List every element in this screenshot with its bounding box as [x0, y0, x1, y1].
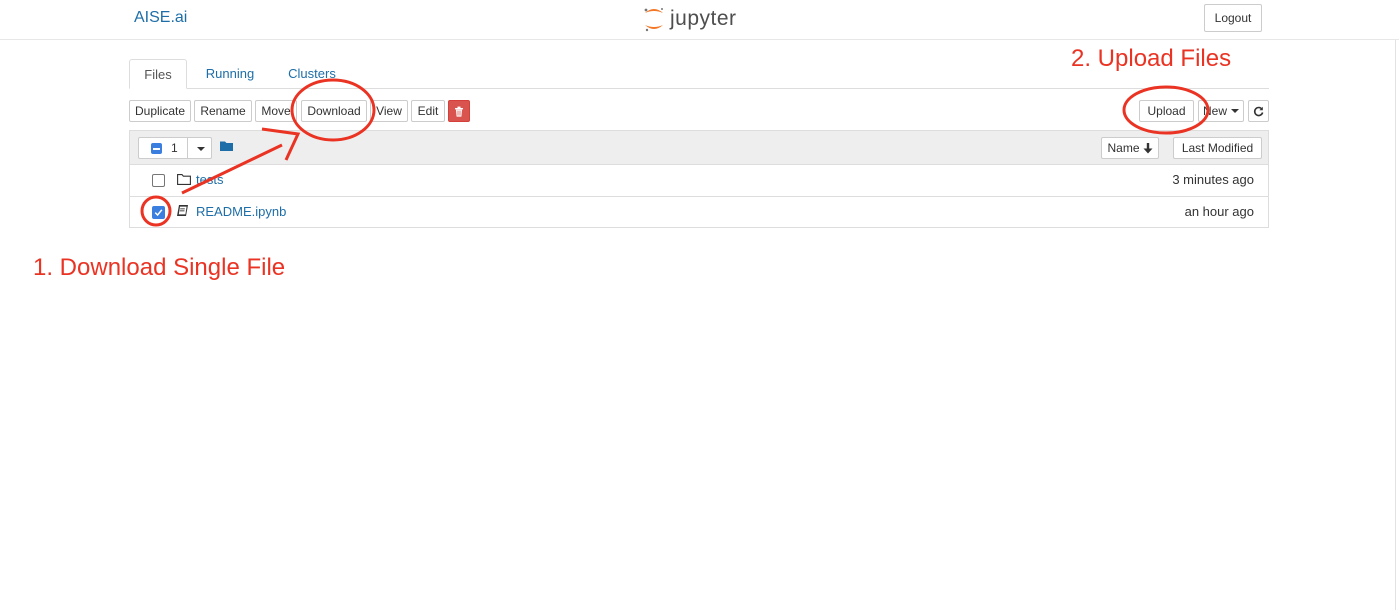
file-name-link[interactable]: README.ipynb	[196, 204, 286, 219]
trash-icon	[455, 106, 463, 117]
file-modified-time: an hour ago	[1184, 204, 1254, 219]
tab-running[interactable]: Running	[197, 59, 263, 88]
sort-name-label: Name	[1107, 141, 1140, 155]
tab-clusters[interactable]: Clusters	[277, 59, 347, 88]
tab-files[interactable]: Files	[129, 59, 187, 89]
row-checkbox[interactable]	[152, 174, 165, 187]
header-bar: AISE.ai jupyter Logout	[0, 0, 1399, 40]
file-modified-time: 3 minutes ago	[1172, 172, 1254, 187]
view-button[interactable]: View	[370, 100, 408, 122]
dropdown-divider	[187, 138, 188, 158]
refresh-icon	[1253, 106, 1264, 116]
selected-count: 1	[171, 141, 178, 155]
checkmark-icon	[154, 209, 163, 217]
brand-link[interactable]: AISE.ai	[134, 9, 187, 27]
new-button-label: New	[1202, 104, 1227, 118]
sort-last-modified-button[interactable]: Last Modified	[1173, 137, 1262, 159]
notebook-icon	[177, 205, 188, 216]
partial-select-mark	[153, 148, 160, 150]
jupyter-logo-icon	[644, 8, 663, 32]
table-row[interactable]: README.ipynb an hour ago	[130, 196, 1268, 228]
caret-down-icon	[197, 147, 205, 151]
annotation-overlay	[140, 78, 1210, 227]
table-row[interactable]: tests 3 minutes ago	[130, 164, 1268, 197]
caret-down-icon	[1231, 109, 1239, 113]
rename-button[interactable]: Rename	[194, 100, 252, 122]
folder-icon[interactable]	[220, 140, 234, 152]
file-list: 1 Name Last Modified tests 3 minutes ago	[129, 130, 1269, 228]
move-button[interactable]: Move	[255, 100, 297, 122]
duplicate-button[interactable]: Duplicate	[129, 100, 191, 122]
delete-button[interactable]	[448, 100, 470, 122]
file-list-header: 1 Name Last Modified	[130, 131, 1268, 165]
arrow-down-icon	[1143, 142, 1152, 153]
jupyter-logo[interactable]: jupyter	[642, 4, 737, 34]
annotation-download: 1. Download Single File	[33, 254, 286, 281]
refresh-button[interactable]	[1248, 100, 1269, 122]
annotation-upload: 2. Upload Files	[1071, 45, 1232, 72]
new-button[interactable]: New	[1198, 100, 1244, 122]
edit-button[interactable]: Edit	[411, 100, 445, 122]
sort-name-button[interactable]: Name	[1101, 137, 1159, 159]
download-button[interactable]: Download	[301, 100, 367, 122]
file-name-link[interactable]: tests	[196, 172, 223, 187]
folder-outline-icon	[177, 174, 191, 185]
select-all-dropdown[interactable]: 1	[138, 137, 212, 159]
logout-button[interactable]: Logout	[1204, 4, 1262, 32]
jupyter-logo-text: jupyter	[670, 7, 737, 30]
upload-button[interactable]: Upload	[1139, 100, 1194, 122]
page-edge-divider	[1395, 40, 1396, 610]
